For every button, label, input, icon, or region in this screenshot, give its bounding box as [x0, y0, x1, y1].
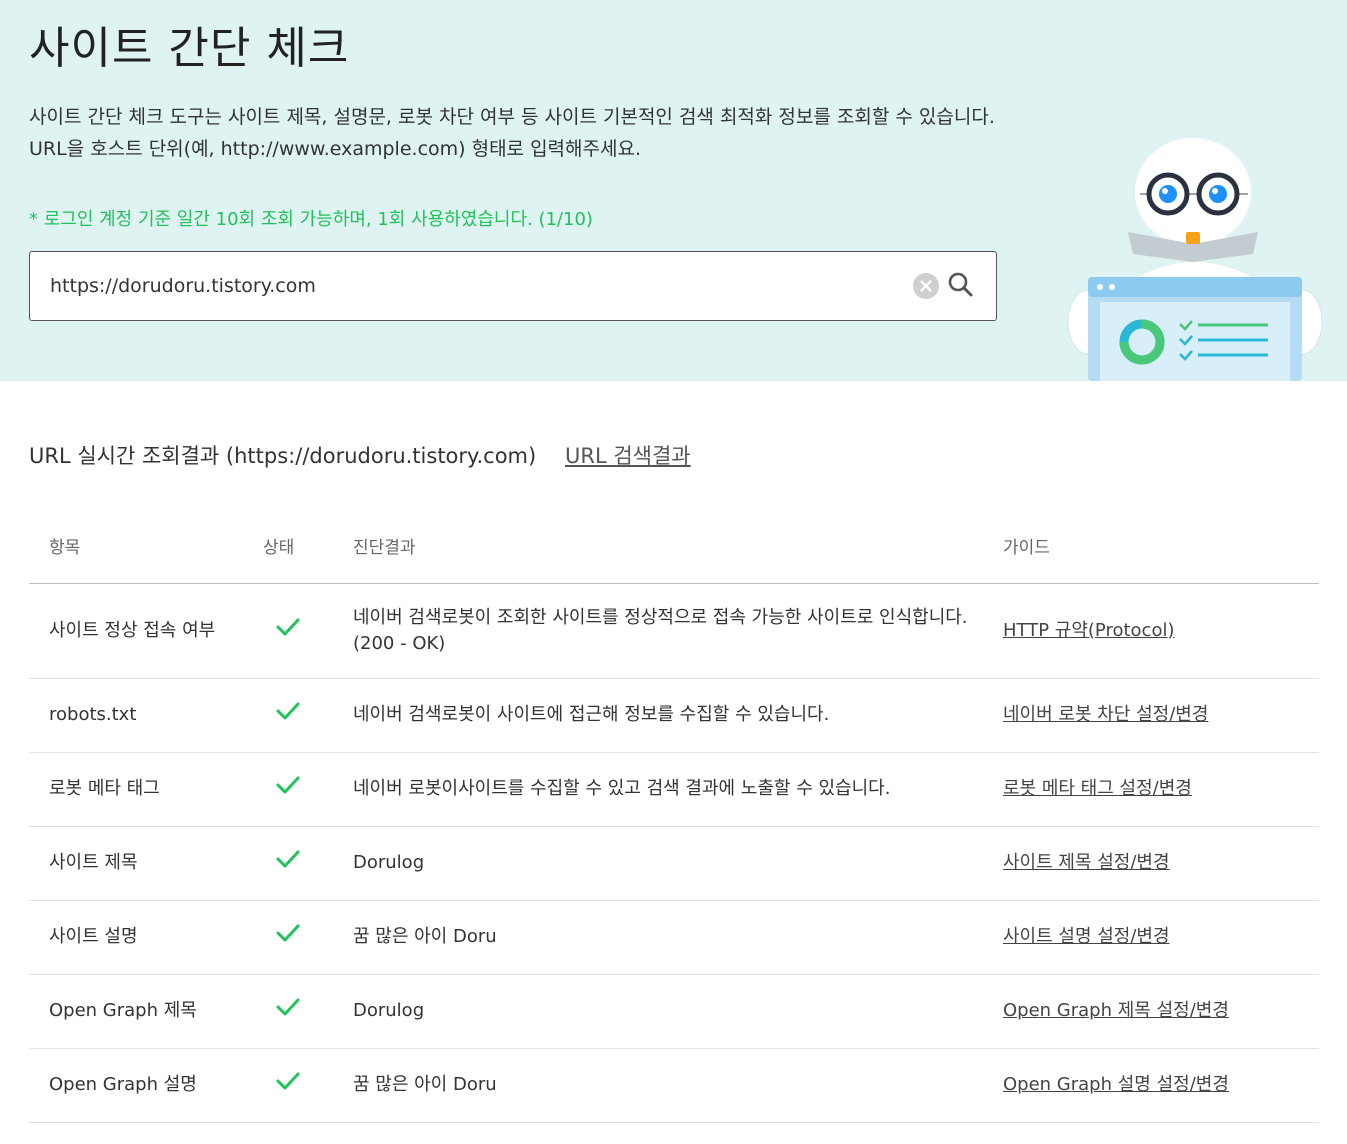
guide-link[interactable]: Open Graph 설명 설정/변경 — [1003, 1074, 1229, 1095]
row-result: 네이버 로봇이사이트를 수집할 수 있고 검색 결과에 노출할 수 있습니다. — [353, 752, 1003, 827]
page-title: 사이트 간단 체크 — [29, 23, 350, 74]
url-search-result-link[interactable]: URL 검색결과 — [565, 440, 691, 470]
guide-link[interactable]: 로봇 메타 태그 설정/변경 — [1003, 778, 1192, 799]
status-cell — [263, 974, 353, 1049]
hero-banner: 사이트 간단 체크 사이트 간단 체크 도구는 사이트 제목, 설명문, 로봇 … — [0, 0, 1347, 381]
usage-notice: * 로그인 계정 기준 일간 10회 조회 가능하며, 1회 사용하였습니다. … — [29, 209, 593, 230]
row-guide: 사이트 제목 설정/변경 — [1003, 826, 1319, 901]
row-result: 네이버 검색로봇이 조회한 사이트를 정상적으로 접속 가능한 사이트로 인식합… — [353, 583, 1003, 679]
check-icon — [276, 924, 300, 942]
check-icon — [276, 1072, 300, 1090]
row-guide: Open Graph 설명 설정/변경 — [1003, 1048, 1319, 1123]
header-result: 진단결과 — [353, 509, 1003, 584]
row-result: Dorulog — [353, 974, 1003, 1049]
search-button[interactable] — [945, 269, 977, 301]
page-description: 사이트 간단 체크 도구는 사이트 제목, 설명문, 로봇 차단 여부 등 사이… — [29, 101, 1029, 165]
guide-link[interactable]: 네이버 로봇 차단 설정/변경 — [1003, 704, 1208, 725]
table-row: robots.txt 네이버 검색로봇이 사이트에 접근해 정보를 수집할 수 … — [29, 678, 1319, 753]
search-icon — [948, 272, 973, 297]
status-cell — [263, 900, 353, 975]
table-row: Open Graph 제목 Dorulog Open Graph 제목 설정/변… — [29, 974, 1319, 1049]
guide-link[interactable]: HTTP 규약(Protocol) — [1003, 620, 1175, 641]
description-line-1: 사이트 간단 체크 도구는 사이트 제목, 설명문, 로봇 차단 여부 등 사이… — [29, 106, 995, 128]
row-result: Dorulog — [353, 826, 1003, 901]
row-item: Open Graph 설명 — [29, 1048, 263, 1123]
table-row: Open Graph 설명 꿈 많은 아이 Doru Open Graph 설명… — [29, 1048, 1319, 1123]
result-heading: URL 실시간 조회결과 (https://dorudoru.tistory.c… — [29, 444, 537, 468]
url-input[interactable] — [50, 266, 910, 306]
row-result: 꿈 많은 아이 Doru — [353, 1048, 1003, 1123]
row-item: robots.txt — [29, 678, 263, 753]
table-row: 로봇 메타 태그 네이버 로봇이사이트를 수집할 수 있고 검색 결과에 노출할… — [29, 752, 1319, 827]
row-guide: 네이버 로봇 차단 설정/변경 — [1003, 678, 1319, 753]
row-result: 네이버 검색로봇이 사이트에 접근해 정보를 수집할 수 있습니다. — [353, 678, 1003, 753]
status-cell — [263, 752, 353, 827]
check-icon — [276, 776, 300, 794]
row-item: 사이트 제목 — [29, 826, 263, 901]
row-item: Open Graph 제목 — [29, 974, 263, 1049]
row-result-line-1: 네이버 검색로봇이 조회한 사이트를 정상적으로 접속 가능한 사이트로 인식합… — [353, 606, 968, 628]
header-status: 상태 — [263, 509, 353, 584]
header-guide: 가이드 — [1003, 509, 1319, 584]
row-result-line-2: (200 - OK) — [353, 632, 446, 654]
status-cell — [263, 1048, 353, 1123]
check-icon — [276, 702, 300, 720]
row-guide: HTTP 규약(Protocol) — [1003, 583, 1319, 679]
row-guide: Open Graph 제목 설정/변경 — [1003, 974, 1319, 1049]
robot-illustration — [1067, 138, 1323, 381]
status-cell — [263, 826, 353, 901]
row-item: 사이트 정상 접속 여부 — [29, 583, 263, 679]
table-row: 사이트 정상 접속 여부 네이버 검색로봇이 조회한 사이트를 정상적으로 접속… — [29, 583, 1319, 679]
description-line-2: URL을 호스트 단위(예, http://www.example.com) 형… — [29, 138, 641, 160]
status-cell — [263, 583, 353, 679]
row-guide: 로봇 메타 태그 설정/변경 — [1003, 752, 1319, 827]
table-row: 사이트 설명 꿈 많은 아이 Doru 사이트 설명 설정/변경 — [29, 900, 1319, 975]
clear-icon — [920, 280, 932, 292]
guide-link[interactable]: 사이트 설명 설정/변경 — [1003, 926, 1170, 947]
row-item: 로봇 메타 태그 — [29, 752, 263, 827]
table-header-row: 항목 상태 진단결과 가이드 — [29, 509, 1319, 584]
guide-link[interactable]: Open Graph 제목 설정/변경 — [1003, 1000, 1229, 1021]
header-item: 항목 — [29, 509, 263, 584]
clear-button[interactable] — [913, 273, 939, 299]
result-table: 항목 상태 진단결과 가이드 사이트 정상 접속 여부 네이버 검색로봇이 조회… — [29, 509, 1319, 1123]
check-icon — [276, 998, 300, 1016]
check-icon — [276, 618, 300, 635]
row-guide: 사이트 설명 설정/변경 — [1003, 900, 1319, 975]
table-row: 사이트 제목 Dorulog 사이트 제목 설정/변경 — [29, 826, 1319, 901]
check-icon — [276, 850, 300, 868]
status-cell — [263, 678, 353, 753]
row-result: 꿈 많은 아이 Doru — [353, 900, 1003, 975]
url-search-box — [29, 251, 997, 321]
row-item: 사이트 설명 — [29, 900, 263, 975]
guide-link[interactable]: 사이트 제목 설정/변경 — [1003, 852, 1170, 873]
